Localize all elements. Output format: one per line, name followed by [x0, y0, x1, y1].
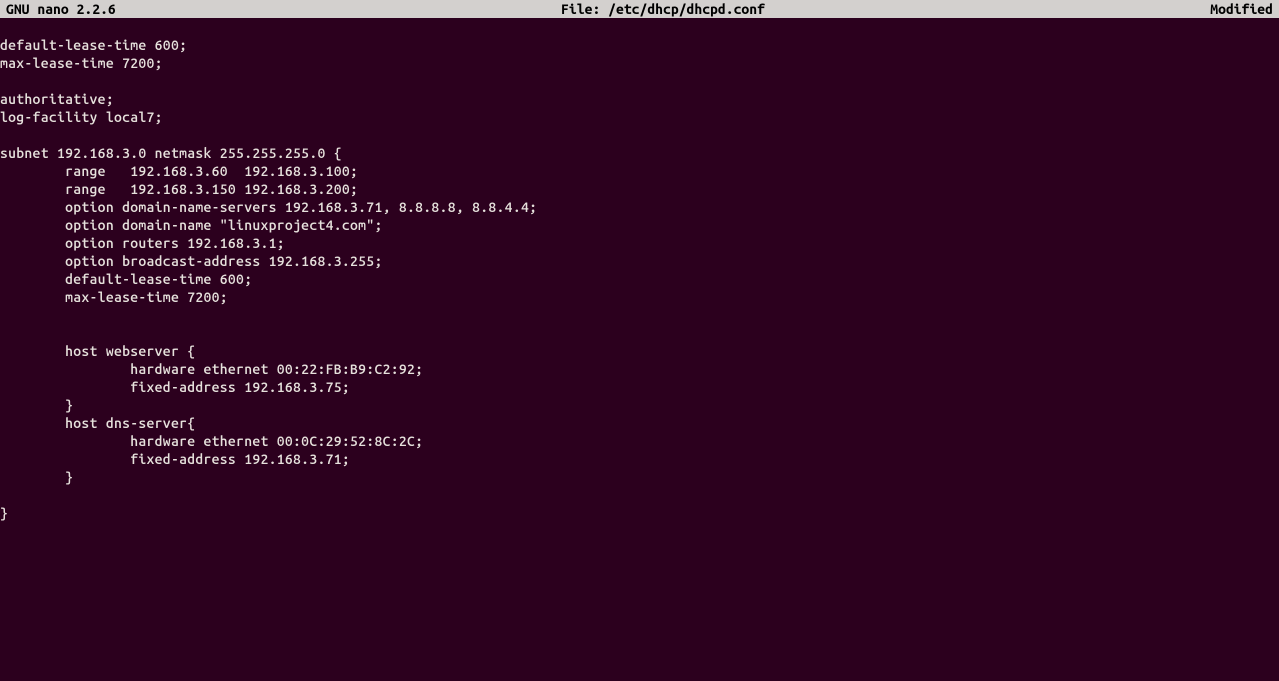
- editor-line[interactable]: fixed-address 192.168.3.71;: [0, 450, 1279, 468]
- editor-line[interactable]: option domain-name "linuxproject4.com";: [0, 216, 1279, 234]
- editor-line[interactable]: [0, 306, 1279, 324]
- editor-line[interactable]: [0, 126, 1279, 144]
- editor-line[interactable]: }: [0, 396, 1279, 414]
- editor-line[interactable]: option domain-name-servers 192.168.3.71,…: [0, 198, 1279, 216]
- editor-line[interactable]: hardware ethernet 00:22:FB:B9:C2:92;: [0, 360, 1279, 378]
- nano-title-bar: GNU nano 2.2.6 File: /etc/dhcp/dhcpd.con…: [0, 0, 1279, 18]
- editor-line[interactable]: max-lease-time 7200;: [0, 288, 1279, 306]
- editor-line[interactable]: }: [0, 504, 1279, 522]
- modified-status: Modified: [1210, 1, 1273, 17]
- editor-line[interactable]: option routers 192.168.3.1;: [0, 234, 1279, 252]
- editor-line[interactable]: default-lease-time 600;: [0, 36, 1279, 54]
- editor-line[interactable]: range 192.168.3.150 192.168.3.200;: [0, 180, 1279, 198]
- editor-line[interactable]: log-facility local7;: [0, 108, 1279, 126]
- editor-line[interactable]: [0, 486, 1279, 504]
- editor-line[interactable]: default-lease-time 600;: [0, 270, 1279, 288]
- app-name: GNU nano 2.2.6: [6, 1, 116, 17]
- editor-line[interactable]: authoritative;: [0, 90, 1279, 108]
- editor-line[interactable]: [0, 72, 1279, 90]
- editor-line[interactable]: host dns-server{: [0, 414, 1279, 432]
- editor-line[interactable]: subnet 192.168.3.0 netmask 255.255.255.0…: [0, 144, 1279, 162]
- editor-line[interactable]: [0, 324, 1279, 342]
- editor-line[interactable]: host webserver {: [0, 342, 1279, 360]
- editor-line[interactable]: fixed-address 192.168.3.75;: [0, 378, 1279, 396]
- editor-line[interactable]: [0, 18, 1279, 36]
- editor-line[interactable]: }: [0, 468, 1279, 486]
- editor-line[interactable]: max-lease-time 7200;: [0, 54, 1279, 72]
- editor-content[interactable]: default-lease-time 600;max-lease-time 72…: [0, 18, 1279, 522]
- editor-line[interactable]: option broadcast-address 192.168.3.255;: [0, 252, 1279, 270]
- editor-line[interactable]: range 192.168.3.60 192.168.3.100;: [0, 162, 1279, 180]
- file-path: File: /etc/dhcp/dhcpd.conf: [116, 1, 1211, 17]
- editor-line[interactable]: hardware ethernet 00:0C:29:52:8C:2C;: [0, 432, 1279, 450]
